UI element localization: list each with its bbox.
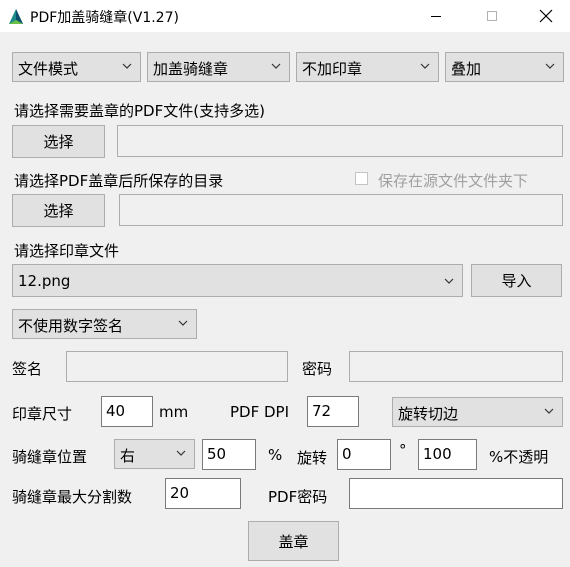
pdf-path-field[interactable] <box>117 125 563 157</box>
close-icon <box>539 9 553 23</box>
seal-size-unit: mm <box>159 403 189 421</box>
password-label: 密码 <box>302 360 333 378</box>
pdf-dpi-input[interactable]: 72 <box>307 396 359 427</box>
pdf-select-button[interactable]: 选择 <box>12 125 105 158</box>
max-split-input[interactable]: 20 <box>165 478 241 509</box>
chevron-down-icon <box>271 63 281 69</box>
pdf-dpi-label: PDF DPI <box>230 403 290 421</box>
digital-signature-select-value: 不使用数字签名 <box>18 317 124 335</box>
output-dir-field[interactable] <box>119 194 563 226</box>
minimize-icon <box>431 16 441 17</box>
rotate-mode-select-value: 旋转切边 <box>398 405 459 423</box>
keep-source-checkbox[interactable] <box>355 172 368 185</box>
chevron-down-icon <box>420 63 430 69</box>
stamp-button[interactable]: 盖章 <box>248 521 339 561</box>
pdf-password-label: PDF密码 <box>268 488 328 506</box>
seal-size-label: 印章尺寸 <box>12 405 73 423</box>
maximize-icon <box>487 11 497 21</box>
digital-signature-select[interactable]: 不使用数字签名 <box>12 309 197 339</box>
import-button[interactable]: 导入 <box>471 264 562 297</box>
seal-option-select[interactable]: 不加印章 <box>296 52 439 82</box>
overlay-select-value: 叠加 <box>451 60 482 78</box>
minimize-button[interactable] <box>410 0 462 32</box>
stamp-type-select-value: 加盖骑缝章 <box>153 60 229 78</box>
max-split-label: 骑缝章最大分割数 <box>12 488 133 506</box>
stamp-button-label: 盖章 <box>278 532 309 551</box>
opacity-input[interactable]: 100 <box>418 439 477 470</box>
import-button-label: 导入 <box>501 272 532 290</box>
seam-position-label: 骑缝章位置 <box>12 448 88 466</box>
seal-file-label: 请选择印章文件 <box>14 242 120 260</box>
chevron-down-icon <box>178 320 188 326</box>
pdf-select-button-label: 选择 <box>43 133 74 151</box>
pdf-select-label: 请选择需要盖章的PDF文件(支持多选) <box>14 102 265 120</box>
degree-unit: ° <box>399 441 407 459</box>
password-field[interactable] <box>349 351 563 382</box>
signature-label: 签名 <box>12 360 43 378</box>
seal-size-input[interactable]: 40 <box>101 396 153 427</box>
opacity-unit: %不透明 <box>489 448 549 466</box>
mode-select[interactable]: 文件模式 <box>12 52 141 82</box>
output-dir-label: 请选择PDF盖章后所保存的目录 <box>14 172 224 190</box>
window-title: PDF加盖骑缝章(V1.27) <box>30 10 179 26</box>
seal-file-select[interactable]: 12.png <box>12 264 463 297</box>
pdf-password-input[interactable] <box>349 478 563 509</box>
seal-file-select-value: 12.png <box>18 272 71 290</box>
chevron-down-icon <box>444 278 454 284</box>
title-bar: PDF加盖骑缝章(V1.27) <box>0 0 570 32</box>
overlay-select[interactable]: 叠加 <box>445 52 564 82</box>
app-logo-icon <box>9 9 23 24</box>
rotate-mode-select[interactable]: 旋转切边 <box>392 397 563 427</box>
output-dir-button[interactable]: 选择 <box>12 194 105 227</box>
output-dir-button-label: 选择 <box>43 202 74 220</box>
seam-position-select-value: 右 <box>120 447 136 465</box>
maximize-button[interactable] <box>466 0 518 32</box>
close-button[interactable] <box>522 0 570 32</box>
seal-option-select-value: 不加印章 <box>302 60 363 78</box>
signature-field[interactable] <box>66 351 288 382</box>
seam-percent-unit: % <box>268 446 283 464</box>
rotate-label: 旋转 <box>297 449 328 467</box>
chevron-down-icon <box>122 63 132 69</box>
keep-source-label: 保存在源文件文件夹下 <box>378 172 529 190</box>
chevron-down-icon <box>176 450 186 456</box>
seam-percent-input[interactable]: 50 <box>202 439 256 470</box>
seam-position-select[interactable]: 右 <box>114 439 195 469</box>
rotate-angle-input[interactable]: 0 <box>337 439 391 470</box>
chevron-down-icon <box>544 408 554 414</box>
stamp-type-select[interactable]: 加盖骑缝章 <box>147 52 290 82</box>
chevron-down-icon <box>545 63 555 69</box>
mode-select-value: 文件模式 <box>18 60 79 78</box>
